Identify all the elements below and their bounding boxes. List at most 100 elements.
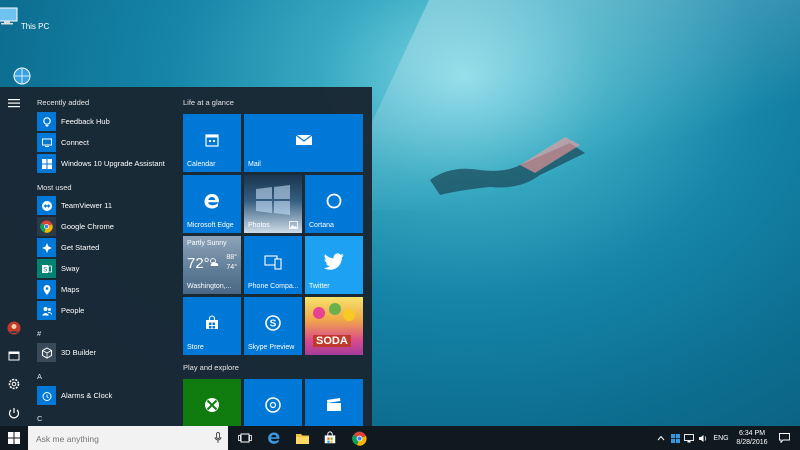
tile-mail[interactable]: Mail [244, 114, 363, 172]
weather-condition: Partly Sunny [187, 240, 227, 247]
tile-microsoft-edge[interactable]: Microsoft Edge [183, 175, 241, 233]
windows-flag-icon [670, 433, 680, 443]
calendar-icon [205, 134, 219, 147]
windows-logo-icon [8, 432, 20, 444]
chevron-up-icon [657, 435, 665, 441]
app-list: Recently added Feedback Hub Connect Wind… [28, 87, 168, 426]
cortana-search-box[interactable] [28, 426, 228, 450]
letter-header-c[interactable]: C [37, 414, 42, 423]
upgrade-assistant-icon [37, 154, 56, 173]
start-button[interactable] [0, 426, 28, 450]
phone-companion-icon [264, 255, 282, 270]
tile-candy-crush-soda[interactable]: SODA [305, 297, 363, 355]
power-icon[interactable] [7, 406, 21, 420]
weather-low: 74° [226, 264, 237, 271]
clock-time: 6:34 PM [738, 430, 766, 437]
tile-label: Store [187, 344, 204, 351]
task-view-button[interactable] [230, 426, 260, 450]
input-language-button[interactable]: ENG [710, 426, 732, 450]
app-label: Get Started [61, 243, 100, 252]
tile-store[interactable]: Store [183, 297, 241, 355]
chrome-icon [351, 431, 367, 446]
store-bag-icon [324, 431, 336, 444]
app-feedback-hub[interactable]: Feedback Hub [37, 112, 168, 132]
system-clock[interactable]: 6:34 PM 8/28/2016 [730, 429, 774, 447]
maps-icon [37, 280, 56, 299]
groove-music-icon [265, 397, 281, 413]
app-label: Google Chrome [61, 222, 114, 231]
tray-windows-icon[interactable] [668, 426, 682, 450]
app-upgrade-assistant[interactable]: Windows 10 Upgrade Assistant [37, 154, 168, 174]
tile-label: Skype Preview [248, 344, 295, 351]
teamviewer-icon [37, 196, 56, 215]
app-connect[interactable]: Connect [37, 133, 168, 153]
clock-date: 8/28/2016 [736, 439, 768, 446]
tile-phone-companion[interactable]: Phone Compa... [244, 236, 302, 294]
tile-label: Cortana [309, 222, 334, 229]
microphone-icon[interactable] [214, 432, 222, 444]
edge-icon [204, 194, 220, 209]
tile-groove-music[interactable] [244, 379, 302, 426]
taskbar-edge[interactable] [259, 426, 289, 450]
app-get-started[interactable]: Get Started [37, 238, 168, 258]
app-maps[interactable]: Maps [37, 280, 168, 300]
user-avatar-icon[interactable] [7, 321, 21, 335]
letter-header-a[interactable]: A [37, 372, 42, 381]
edge-icon [268, 432, 280, 444]
search-input[interactable] [34, 430, 208, 447]
show-hidden-icons-button[interactable] [654, 426, 668, 450]
app-sway[interactable]: S Sway [37, 259, 168, 279]
tile-skype-preview[interactable]: S Skype Preview [244, 297, 302, 355]
tile-photos[interactable]: Photos [244, 175, 302, 233]
folder-icon [295, 433, 309, 444]
action-center-button[interactable] [774, 426, 794, 450]
photos-icon [289, 221, 298, 229]
app-label: Maps [61, 285, 80, 294]
skype-icon: S [265, 315, 281, 331]
taskbar-file-explorer[interactable] [287, 426, 317, 450]
app-label: Alarms & Clock [61, 391, 113, 400]
group-title-life-at-a-glance: Life at a glance [183, 98, 234, 107]
tile-twitter[interactable]: Twitter [305, 236, 363, 294]
app-people[interactable]: People [37, 301, 168, 321]
xbox-icon [205, 397, 219, 412]
start-rail [0, 87, 28, 426]
tile-cortana[interactable]: Cortana [305, 175, 363, 233]
settings-gear-icon[interactable] [7, 377, 21, 391]
notification-icon [778, 433, 790, 443]
tile-label: Washington,... [187, 283, 232, 290]
start-menu: Recently added Feedback Hub Connect Wind… [0, 87, 372, 426]
weather-temperature: 72° [187, 255, 210, 272]
task-view-icon [238, 433, 252, 443]
taskbar-store[interactable] [315, 426, 345, 450]
file-explorer-icon[interactable] [7, 349, 21, 363]
hamburger-icon[interactable] [7, 96, 21, 110]
letter-header-hash[interactable]: # [37, 329, 41, 338]
store-bag-icon [206, 315, 218, 330]
app-label: 3D Builder [61, 348, 97, 357]
feedback-hub-icon [37, 112, 56, 131]
tile-weather[interactable]: Partly Sunny 72° 88° 74° Washington,... [183, 236, 241, 294]
network-status-button[interactable] [682, 426, 696, 450]
app-teamviewer[interactable]: TeamViewer 11 [37, 196, 168, 216]
photos-preview-image [256, 185, 290, 215]
tile-movies-tv[interactable] [305, 379, 363, 426]
app-alarms-clock[interactable]: Alarms & Clock [37, 386, 168, 406]
group-title-play-and-explore: Play and explore [183, 363, 239, 372]
tile-label: Mail [248, 161, 261, 168]
tile-calendar[interactable]: Calendar [183, 114, 241, 172]
tile-label: Calendar [187, 161, 216, 168]
desktop-icon-this-pc[interactable]: This PC [0, 6, 50, 31]
recently-added-header: Recently added [37, 98, 90, 107]
cortana-icon [326, 193, 342, 209]
taskbar-chrome[interactable] [344, 426, 374, 450]
volume-button[interactable] [696, 426, 710, 450]
computer-icon [0, 7, 18, 25]
network-monitor-icon [684, 433, 694, 442]
app-google-chrome[interactable]: Google Chrome [37, 217, 168, 237]
twitter-icon [323, 253, 344, 270]
app-3d-builder[interactable]: 3D Builder [37, 343, 168, 363]
app-label: Connect [61, 138, 89, 147]
tile-xbox[interactable] [183, 379, 241, 426]
most-used-header: Most used [37, 183, 72, 192]
